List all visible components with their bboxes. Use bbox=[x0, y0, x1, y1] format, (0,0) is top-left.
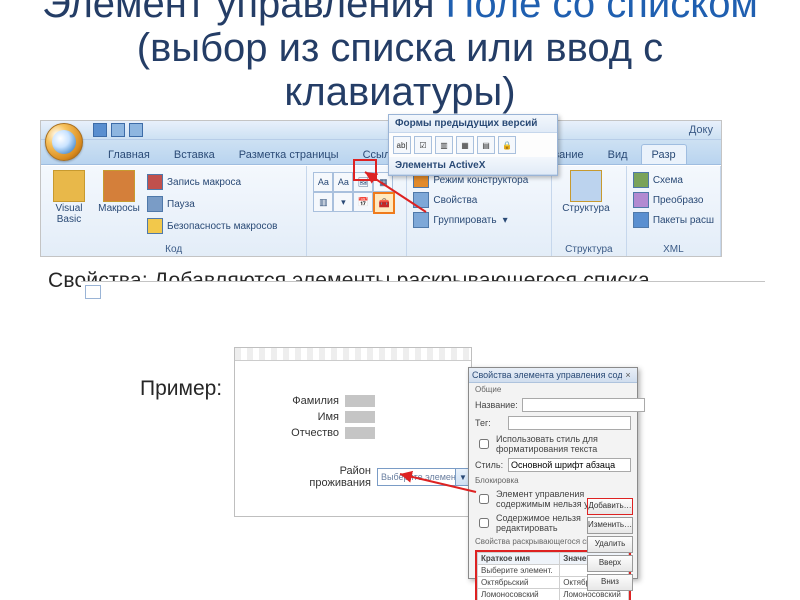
ruler-area bbox=[81, 281, 765, 302]
down-button[interactable]: Вниз bbox=[587, 574, 633, 591]
district-combobox[interactable]: Выберите элемент. ▼ bbox=[377, 468, 471, 486]
label-patronymic: Отчество bbox=[279, 427, 339, 439]
ctrl-richtext[interactable]: Aa bbox=[313, 172, 333, 192]
legacy-reset-icon[interactable]: 🔒 bbox=[498, 136, 516, 154]
quick-access-toolbar: Доку bbox=[41, 121, 721, 140]
ctrl-dropdown[interactable]: ▾ bbox=[333, 192, 353, 212]
example-document: Фамилия Имя Отчество Район проживания Вы… bbox=[234, 347, 472, 517]
combobox-placeholder: Выберите элемент. bbox=[378, 472, 455, 482]
tab-page-layout[interactable]: Разметка страницы bbox=[228, 144, 350, 164]
form-row-district: Район проживания Выберите элемент. ▼ bbox=[279, 465, 471, 489]
title-link: Поле со списком bbox=[446, 0, 758, 26]
example-area: Фамилия Имя Отчество Район проживания Вы… bbox=[234, 347, 638, 579]
legacy-forms-row: ab| ☑ ▥ ▦ ▤ 🔒 bbox=[389, 133, 557, 157]
ribbon-screenshot: Доку Главная Вставка Разметка страницы С… bbox=[40, 120, 722, 257]
legacy-textfield-icon[interactable]: ab| bbox=[393, 136, 411, 154]
label-name: Имя bbox=[279, 411, 339, 423]
group-button[interactable]: Группировать▾ bbox=[413, 210, 545, 230]
field-title: Название: bbox=[469, 396, 637, 414]
label-district: Район проживания bbox=[279, 465, 371, 489]
dialog-titlebar: Свойства элемента управления содержимым … bbox=[469, 368, 637, 383]
group-code-label: Код bbox=[41, 244, 306, 255]
macros-button[interactable]: Макросы bbox=[97, 170, 141, 240]
input-title[interactable] bbox=[522, 398, 645, 412]
field-surname[interactable] bbox=[345, 395, 375, 407]
highlight-box-gallery bbox=[353, 159, 377, 181]
legacy-frame-icon[interactable]: ▦ bbox=[456, 136, 474, 154]
activex-section-title: Элементы ActiveX bbox=[389, 157, 557, 175]
group-controls-mode: Режим конструктора Свойства Группировать… bbox=[407, 166, 552, 256]
legacy-forms-section-title: Формы предыдущих версий bbox=[389, 115, 557, 133]
group-xml: Схема Преобразо Пакеты расш XML bbox=[627, 166, 721, 256]
dialog-title: Свойства элемента управления содержимым bbox=[472, 370, 622, 380]
group-code: Visual Basic Макросы Запись макроса Пауз… bbox=[41, 166, 307, 256]
input-tag[interactable] bbox=[508, 416, 631, 430]
office-button[interactable] bbox=[45, 123, 83, 161]
pause-recording-button[interactable]: Пауза bbox=[147, 194, 278, 214]
visual-basic-button[interactable]: Visual Basic bbox=[47, 170, 91, 240]
group-structure: Структура Структура bbox=[552, 166, 627, 256]
close-icon[interactable]: × bbox=[622, 370, 634, 380]
legacy-checkbox-icon[interactable]: ☑ bbox=[414, 136, 432, 154]
section-lock: Блокировка bbox=[469, 474, 637, 487]
record-macro-button[interactable]: Запись макроса bbox=[147, 172, 278, 192]
title-pre: Элемент управления bbox=[42, 0, 446, 26]
ribbon-tabs: Главная Вставка Разметка страницы Ссылки… bbox=[41, 140, 721, 165]
ctrl-datepicker[interactable]: 📅 bbox=[353, 192, 373, 212]
tab-home[interactable]: Главная bbox=[97, 144, 161, 164]
properties-button[interactable]: Свойства bbox=[413, 190, 545, 210]
structure-button[interactable]: Структура bbox=[558, 170, 614, 215]
field-style: Стиль: bbox=[469, 456, 637, 474]
slide-title: Элемент управления Поле со списком (выбо… bbox=[0, 0, 800, 114]
redo-icon[interactable] bbox=[129, 123, 143, 137]
ctrl-legacy-tools[interactable]: 🧰 bbox=[373, 192, 395, 214]
undo-icon[interactable] bbox=[111, 123, 125, 137]
content-control-properties-dialog: Свойства элемента управления содержимым … bbox=[468, 367, 638, 579]
field-name[interactable] bbox=[345, 411, 375, 423]
tab-insert[interactable]: Вставка bbox=[163, 144, 226, 164]
ctrl-plaintext[interactable]: Aa bbox=[333, 172, 353, 192]
view-toggle-icon[interactable] bbox=[85, 285, 101, 299]
add-button[interactable]: Добавить… bbox=[587, 498, 633, 515]
expansion-packs-button[interactable]: Пакеты расш bbox=[633, 210, 714, 230]
checkbox-use-style[interactable]: Использовать стиль для форматирования те… bbox=[469, 432, 637, 456]
schema-button[interactable]: Схема bbox=[633, 170, 714, 190]
delete-button[interactable]: Удалить bbox=[587, 536, 633, 553]
form-row-surname: Фамилия bbox=[279, 395, 471, 407]
legacy-dropdown-icon[interactable]: ▥ bbox=[435, 136, 453, 154]
document-title-fragment: Доку bbox=[689, 124, 717, 136]
col-shortname: Краткое имя bbox=[478, 553, 560, 565]
ribbon-body: Visual Basic Макросы Запись макроса Пауз… bbox=[41, 165, 721, 256]
tab-developer[interactable]: Разр bbox=[641, 144, 687, 164]
title-post: (выбор из списка или ввод с клавиатуры) bbox=[137, 26, 663, 114]
transform-button[interactable]: Преобразо bbox=[633, 190, 714, 210]
example-label: Пример: bbox=[140, 377, 222, 401]
list-buttons: Добавить… Изменить… Удалить Вверх Вниз bbox=[587, 498, 633, 591]
ctrl-combobox[interactable]: ▥ bbox=[313, 192, 333, 212]
legacy-shading-icon[interactable]: ▤ bbox=[477, 136, 495, 154]
edit-button[interactable]: Изменить… bbox=[587, 517, 633, 534]
save-icon[interactable] bbox=[93, 123, 107, 137]
group-xml-label: XML bbox=[627, 244, 720, 255]
field-tag: Тег: bbox=[469, 414, 637, 432]
field-patronymic[interactable] bbox=[345, 427, 375, 439]
form-row-patronymic: Отчество bbox=[279, 427, 471, 439]
example-ruler bbox=[235, 348, 471, 361]
legacy-tools-dropdown: Формы предыдущих версий ab| ☑ ▥ ▦ ▤ 🔒 Эл… bbox=[388, 114, 558, 176]
up-button[interactable]: Вверх bbox=[587, 555, 633, 572]
tab-view[interactable]: Вид bbox=[597, 144, 639, 164]
input-style[interactable] bbox=[508, 458, 631, 472]
label-surname: Фамилия bbox=[279, 395, 339, 407]
group-structure-label: Структура bbox=[552, 244, 626, 255]
macro-security-button[interactable]: Безопасность макросов bbox=[147, 216, 278, 236]
section-general: Общие bbox=[469, 383, 637, 396]
form-row-name: Имя bbox=[279, 411, 471, 423]
